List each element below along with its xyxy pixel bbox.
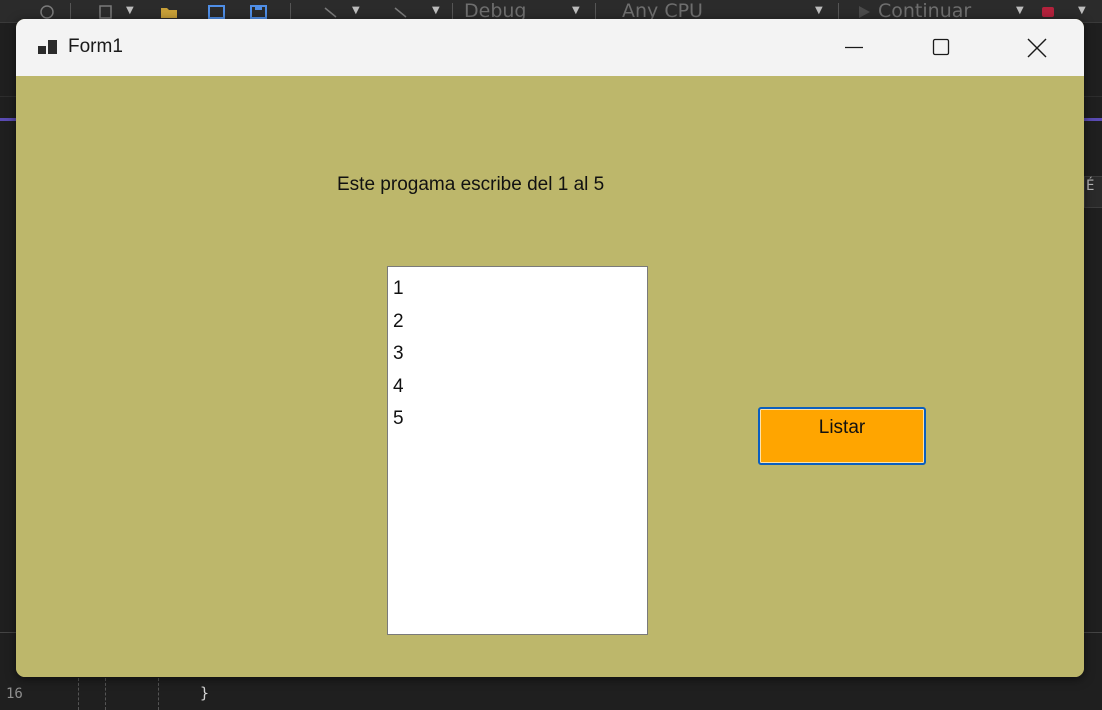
- listbox-item[interactable]: 5: [393, 403, 647, 436]
- indent-guide: [105, 678, 106, 710]
- toolbar-separator: [838, 3, 839, 19]
- listbox-item[interactable]: 4: [393, 371, 647, 404]
- maximize-button[interactable]: [909, 19, 971, 76]
- line-number: 16: [6, 686, 23, 702]
- listbox-item[interactable]: 2: [393, 306, 647, 339]
- toolbar-separator: [452, 3, 453, 19]
- listar-button[interactable]: Listar: [758, 407, 926, 465]
- minimize-icon: [845, 46, 863, 49]
- indent-guide: [158, 678, 159, 710]
- form-window: Form1 Este progama escribe del 1 al 5 1 …: [16, 19, 1084, 677]
- side-panel-glyph: É: [1086, 178, 1095, 194]
- open-folder-icon[interactable]: [160, 4, 177, 18]
- listbox-item[interactable]: 3: [393, 338, 647, 371]
- indent-guide: [78, 678, 79, 710]
- minimize-button[interactable]: [822, 19, 884, 76]
- winforms-app-icon: [37, 37, 59, 57]
- close-button[interactable]: [1006, 19, 1068, 76]
- save-all-icon[interactable]: [250, 4, 267, 19]
- save-icon[interactable]: [208, 4, 225, 19]
- new-item-icon[interactable]: [98, 4, 114, 19]
- listbox-item[interactable]: 1: [393, 273, 647, 306]
- redo-icon[interactable]: [392, 4, 408, 18]
- close-icon: [1027, 38, 1047, 58]
- maximize-icon: [932, 38, 950, 56]
- toolbar-separator: [595, 3, 596, 19]
- toolbar-separator: [290, 3, 291, 19]
- toolbar-separator: [70, 3, 71, 19]
- undo-icon[interactable]: [322, 4, 338, 18]
- code-line: }: [200, 684, 210, 702]
- form-client-area: Este progama escribe del 1 al 5 1 2 3 4 …: [16, 76, 1084, 677]
- number-listbox[interactable]: 1 2 3 4 5: [387, 266, 648, 635]
- continue-icon[interactable]: [856, 4, 872, 18]
- title-bar[interactable]: Form1: [16, 19, 1084, 76]
- description-label: Este progama escribe del 1 al 5: [337, 174, 605, 195]
- window-title: Form1: [68, 36, 123, 57]
- toolbar-circle-icon[interactable]: [40, 4, 56, 19]
- stop-debugging-icon[interactable]: [1040, 4, 1056, 18]
